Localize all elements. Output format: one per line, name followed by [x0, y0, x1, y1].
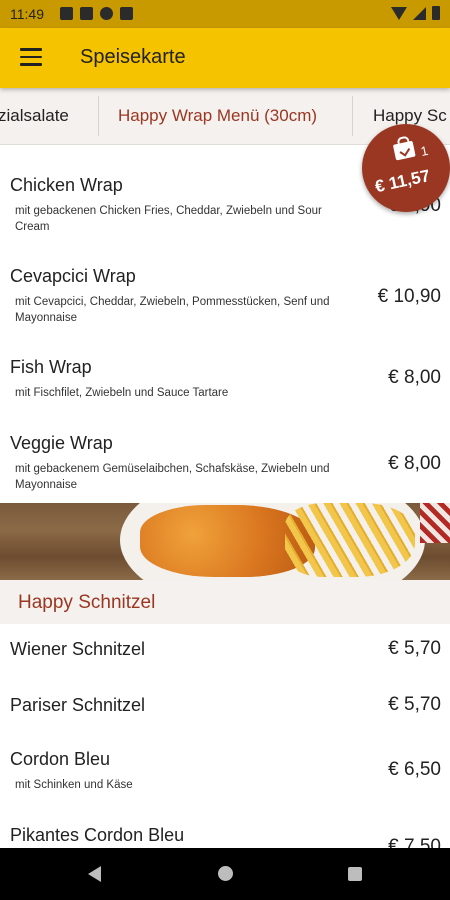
- item-price: € 7,50: [388, 836, 441, 848]
- menu-item[interactable]: Pariser Schnitzel € 5,70: [0, 678, 450, 735]
- cart-total: € 11,57: [373, 166, 432, 197]
- shopping-bag-icon: [392, 140, 416, 161]
- item-price: € 6,50: [388, 759, 441, 780]
- recent-apps-icon[interactable]: [348, 867, 362, 881]
- menu-item[interactable]: Fish Wrap mit Fischfilet, Zwiebeln und S…: [0, 339, 450, 416]
- item-name: Chicken Wrap: [10, 175, 123, 195]
- cell-signal-icon: [413, 6, 426, 20]
- item-price: € 10,90: [377, 286, 441, 307]
- section-header: Happy Schnitzel: [0, 580, 450, 624]
- cart-count: 1: [419, 142, 430, 160]
- menu-item[interactable]: Pikantes Cordon Bleu € 7,50: [0, 808, 450, 848]
- item-name: Wiener Schnitzel: [10, 639, 146, 659]
- item-description: mit Schinken und Käse: [15, 779, 133, 791]
- notification-icon: [60, 7, 73, 20]
- item-description: mit gebackenem Gemüselaibchen, Schafskäs…: [15, 463, 330, 491]
- status-time: 11:49: [10, 6, 44, 22]
- item-price: € 5,70: [388, 638, 441, 659]
- system-icons: [391, 6, 440, 20]
- item-name: Pariser Schnitzel: [10, 695, 146, 715]
- back-icon[interactable]: [88, 866, 101, 882]
- item-name: Pikantes Cordon Bleu: [10, 825, 185, 845]
- item-description: mit gebackenen Chicken Fries, Cheddar, Z…: [15, 205, 322, 233]
- menu-list: Chicken Wrap mit gebackenen Chicken Frie…: [0, 145, 450, 848]
- menu-item[interactable]: Veggie Wrap mit gebackenem Gemüselaibche…: [0, 415, 450, 503]
- item-name: Veggie Wrap: [10, 433, 113, 453]
- menu-item[interactable]: Wiener Schnitzel € 5,70: [0, 624, 450, 679]
- page-title: Speisekarte: [80, 46, 186, 68]
- fries-graphic: [285, 503, 415, 577]
- hamburger-menu-icon[interactable]: [20, 48, 42, 68]
- item-description: mit Fischfilet, Zwiebeln und Sauce Tarta…: [15, 387, 229, 399]
- item-name: Fish Wrap: [10, 357, 92, 377]
- wifi-icon: [391, 6, 407, 20]
- status-bar: 11:49: [0, 0, 450, 28]
- section-title: Happy Schnitzel: [18, 592, 156, 613]
- notification-icon: [100, 7, 113, 20]
- item-description: mit Cevapcici, Cheddar, Zwiebeln, Pommes…: [15, 296, 330, 324]
- battery-icon: [432, 6, 440, 20]
- cart-button[interactable]: 1 € 11,57: [362, 124, 450, 212]
- menu-item[interactable]: Cevapcici Wrap mit Cevapcici, Cheddar, Z…: [0, 249, 450, 340]
- notification-icons: [60, 7, 133, 20]
- item-price: € 8,00: [388, 453, 441, 474]
- notification-icon: [80, 7, 93, 20]
- home-icon[interactable]: [218, 866, 233, 881]
- schnitzel-banner-image: [0, 503, 450, 580]
- item-name: Cevapcici Wrap: [10, 266, 136, 286]
- menu-item[interactable]: Cordon Bleu mit Schinken und Käse € 6,50: [0, 734, 450, 809]
- cart-content: 1 € 11,57: [362, 124, 450, 211]
- system-nav-bar: [0, 848, 450, 900]
- napkin-graphic: [420, 503, 450, 543]
- app-bar: Speisekarte: [0, 28, 450, 88]
- tab-happy-wrap-menu[interactable]: Happy Wrap Menü (30cm): [118, 88, 317, 144]
- tab-divider: [352, 96, 353, 136]
- item-price: € 8,00: [388, 367, 441, 388]
- item-name: Cordon Bleu: [10, 749, 111, 769]
- tab-spezialsalate[interactable]: zialsalate: [0, 88, 69, 144]
- tab-divider: [98, 96, 99, 136]
- item-price: € 5,70: [388, 694, 441, 715]
- sim-card-icon: [120, 7, 133, 20]
